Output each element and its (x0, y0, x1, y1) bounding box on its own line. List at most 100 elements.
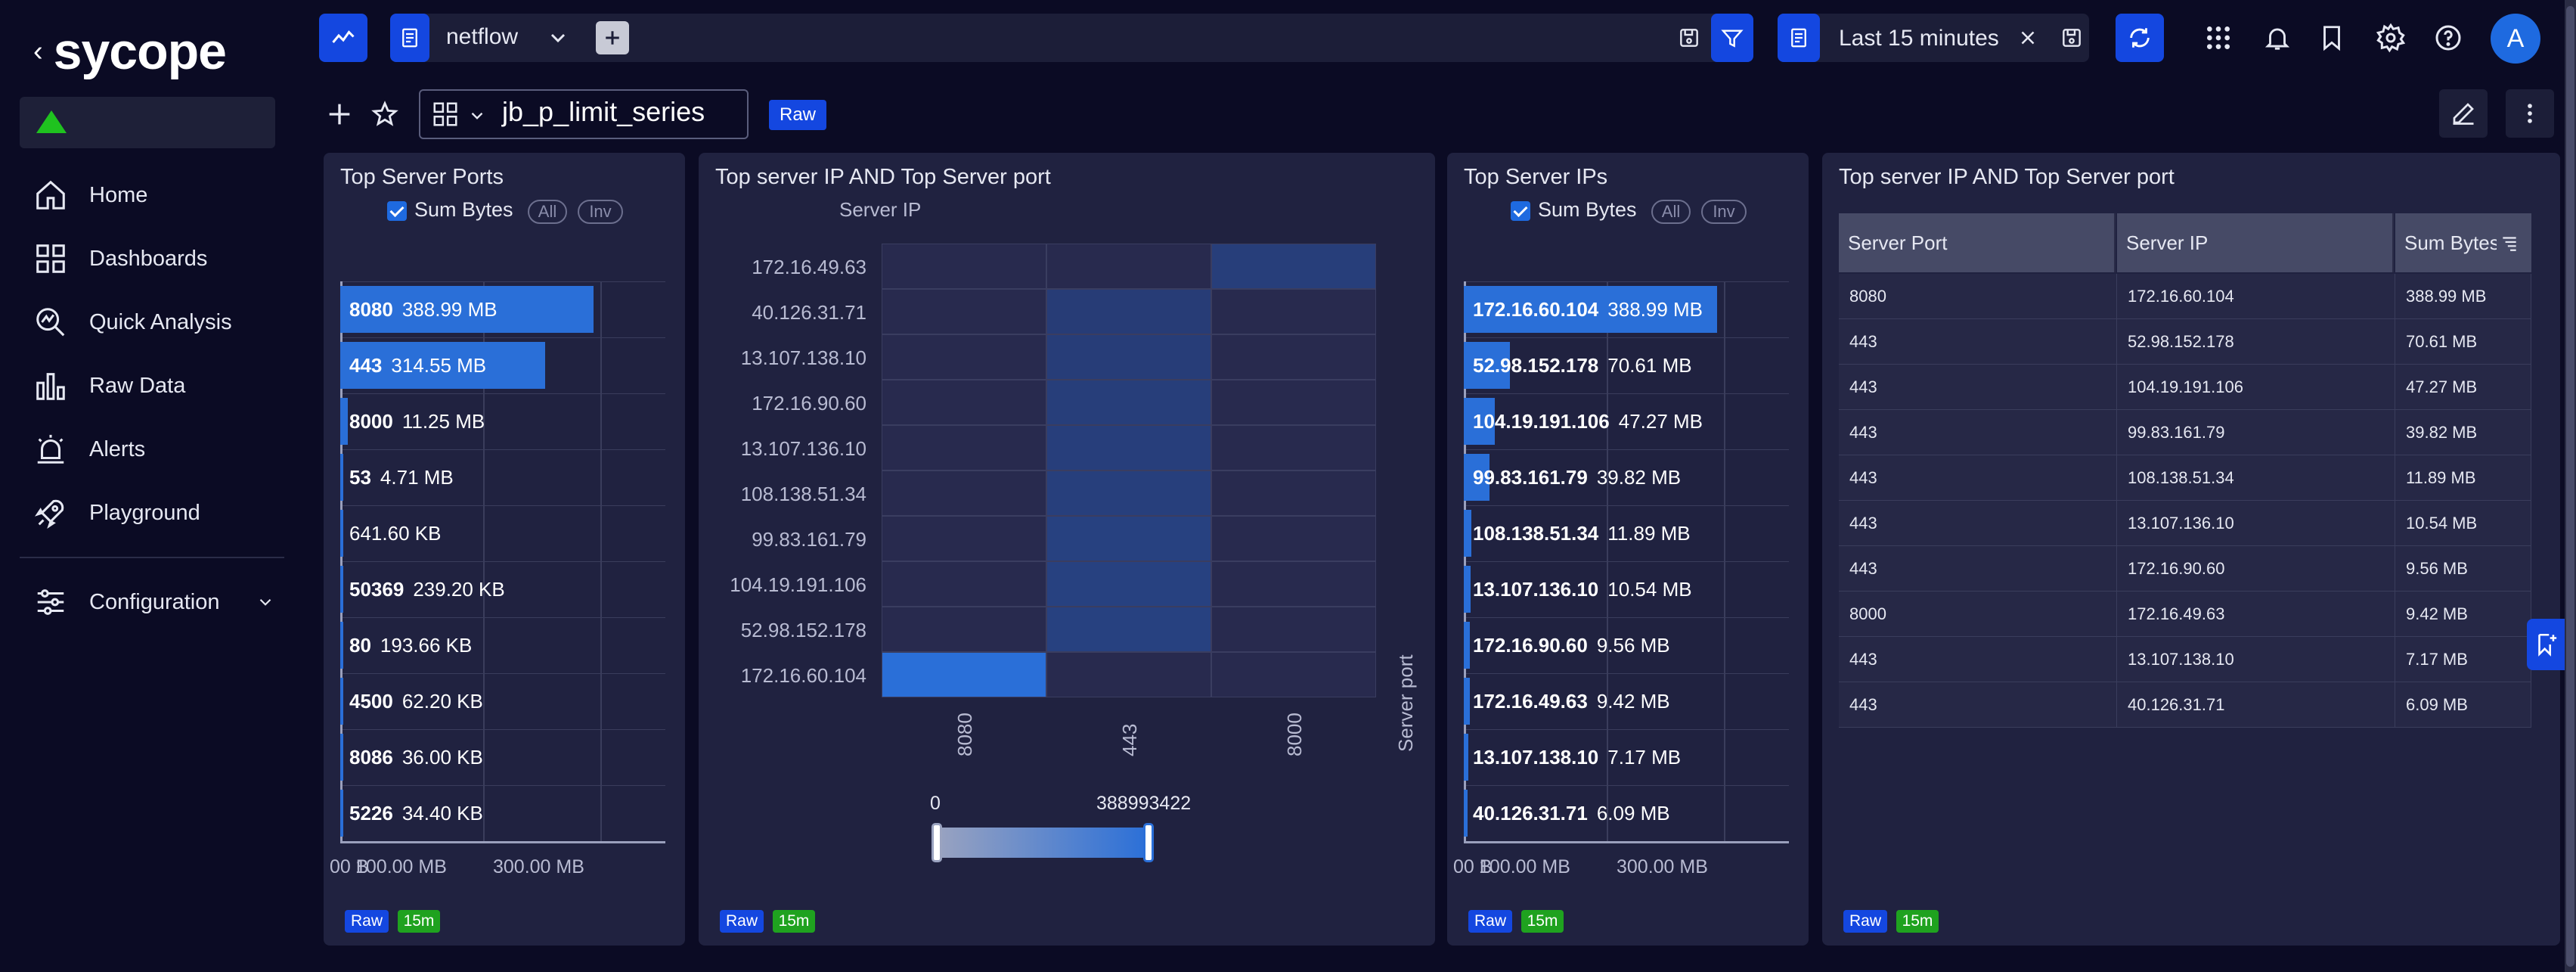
bar[interactable] (340, 622, 343, 669)
sidebar-item-raw-data[interactable]: Raw Data (33, 365, 185, 407)
bar-value: 388.99 MB (1607, 298, 1703, 321)
source-type-button[interactable] (390, 14, 429, 62)
bar[interactable] (340, 566, 343, 613)
table-cell: 172.16.49.63 (2117, 592, 2395, 637)
heatmap-cell[interactable] (1046, 652, 1211, 697)
heatmap-cell[interactable] (1211, 470, 1376, 516)
bookmarks-button[interactable] (2314, 20, 2350, 56)
analytics-button[interactable] (319, 14, 367, 62)
add-source-button[interactable] (596, 21, 629, 54)
filter-button[interactable] (1711, 14, 1753, 62)
column-header-server-port[interactable]: Server Port (1839, 213, 2116, 272)
heatmap-cell[interactable] (1211, 425, 1376, 470)
heatmap-cell[interactable] (1211, 334, 1376, 380)
time-preset-button[interactable] (1778, 14, 1820, 62)
sidebar-item-quick-analysis[interactable]: Quick Analysis (33, 301, 232, 343)
heatmap-cell[interactable] (1211, 561, 1376, 607)
grid-line (1464, 729, 1789, 730)
heatmap-cell[interactable] (1046, 470, 1211, 516)
heatmap-cell[interactable] (1046, 561, 1211, 607)
source-dropdown[interactable] (541, 21, 575, 54)
bar[interactable] (340, 678, 343, 725)
heatmap-cell[interactable] (882, 244, 1046, 289)
bar[interactable] (1464, 790, 1468, 837)
heatmap-cell[interactable] (1046, 607, 1211, 652)
pill-inv[interactable]: Inv (578, 200, 623, 224)
bar[interactable] (1464, 678, 1471, 725)
sidebar-item-playground[interactable]: Playground (33, 492, 200, 534)
sidebar-item-home[interactable]: Home (33, 174, 147, 216)
bar[interactable] (1464, 622, 1471, 669)
heatmap-cell[interactable] (1046, 516, 1211, 561)
kebab-icon (2528, 104, 2532, 123)
chevron-left-icon[interactable]: ‹ (33, 36, 43, 68)
range-handle-min[interactable] (932, 823, 942, 862)
add-widget-button[interactable] (321, 95, 358, 133)
heatmap-cell[interactable] (1211, 607, 1376, 652)
source-selector[interactable] (390, 14, 1753, 62)
bar-value: 70.61 MB (1607, 354, 1692, 377)
heatmap-cell[interactable] (1046, 334, 1211, 380)
clear-time-button[interactable] (2013, 23, 2043, 53)
settings-button[interactable] (2373, 20, 2409, 56)
status-bar[interactable] (20, 97, 275, 148)
pill-all[interactable]: All (1651, 200, 1691, 224)
sum-bytes-checkbox[interactable] (387, 201, 407, 221)
bar[interactable] (340, 790, 343, 837)
heatmap-cell[interactable] (882, 607, 1046, 652)
bar[interactable] (1464, 566, 1471, 613)
column-menu-button[interactable] (2497, 231, 2522, 254)
apps-button[interactable] (2200, 20, 2237, 56)
pill-all[interactable]: All (528, 200, 567, 224)
heatmap-cell[interactable] (1046, 425, 1211, 470)
save-time-button[interactable] (2055, 21, 2088, 54)
more-options-button[interactable] (2506, 89, 2554, 138)
time-badge: 15m (1896, 910, 1939, 933)
time-range-label[interactable]: Last 15 minutes (1839, 26, 1999, 51)
pill-inv[interactable]: Inv (1701, 200, 1747, 224)
refresh-button[interactable] (2116, 14, 2164, 62)
favorite-button[interactable] (366, 95, 404, 133)
heatmap-cell[interactable] (1211, 244, 1376, 289)
logo[interactable]: ‹ sycope (33, 21, 227, 82)
sidebar-item-configuration[interactable]: Configuration (33, 581, 275, 623)
heatmap-cell[interactable] (1211, 380, 1376, 425)
heatmap-cell[interactable] (1211, 652, 1376, 697)
column-header-server-ip[interactable]: Server IP (2117, 213, 2394, 272)
heatmap-cell[interactable] (882, 289, 1046, 334)
heatmap-cell[interactable] (882, 380, 1046, 425)
heatmap-cell[interactable] (1211, 516, 1376, 561)
bar-label: 8000 11.25 MB (349, 410, 485, 433)
bar[interactable] (1464, 734, 1469, 781)
bar-value: 193.66 KB (380, 634, 473, 657)
page-scrollbar-thumb[interactable] (2566, 6, 2574, 967)
heatmap-cell[interactable] (882, 561, 1046, 607)
bar-category: 172.16.49.63 (1473, 690, 1588, 713)
floating-bookmark-button[interactable] (2527, 619, 2565, 670)
bar[interactable] (340, 734, 343, 781)
heatmap-cell[interactable] (882, 652, 1046, 697)
heatmap-cell[interactable] (1046, 244, 1211, 289)
avatar[interactable]: A (2491, 14, 2540, 64)
sum-bytes-checkbox[interactable] (1511, 201, 1530, 221)
bar[interactable] (1464, 510, 1472, 557)
source-name[interactable]: netflow (446, 24, 518, 50)
dashboard-dropdown[interactable] (464, 103, 490, 129)
sidebar-item-dashboards[interactable]: Dashboards (33, 238, 207, 280)
edit-dashboard-button[interactable] (2439, 89, 2488, 138)
heatmap-cell[interactable] (1046, 380, 1211, 425)
range-handle-max[interactable] (1143, 823, 1154, 862)
heatmap-cell[interactable] (882, 516, 1046, 561)
heatmap-cell[interactable] (882, 470, 1046, 516)
bar[interactable] (340, 398, 348, 445)
notifications-button[interactable] (2259, 20, 2295, 56)
sidebar-item-alerts[interactable]: Alerts (33, 428, 145, 470)
heatmap-cell[interactable] (1046, 289, 1211, 334)
save-filter-button[interactable] (1672, 21, 1706, 54)
heatmap-cell[interactable] (882, 425, 1046, 470)
help-button[interactable] (2430, 20, 2466, 56)
bar[interactable] (340, 454, 344, 501)
heatmap-cell[interactable] (882, 334, 1046, 380)
bar[interactable] (340, 510, 343, 557)
heatmap-cell[interactable] (1211, 289, 1376, 334)
